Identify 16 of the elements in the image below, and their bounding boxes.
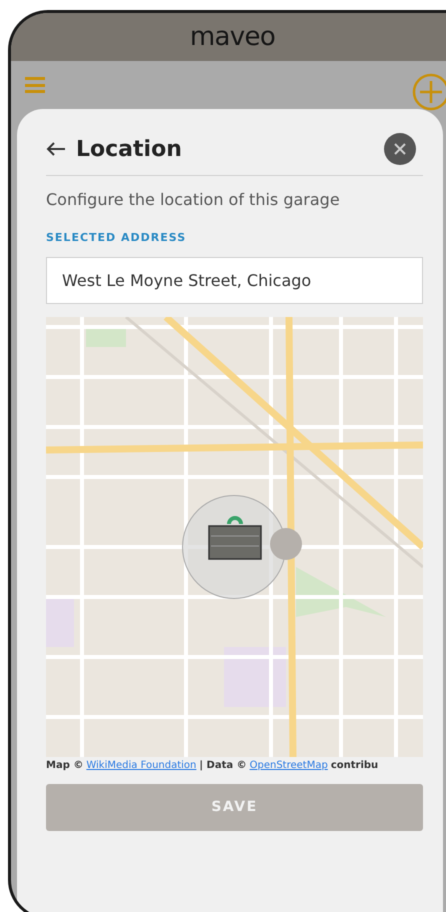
attribution-link[interactable]: WikiMedia Foundation xyxy=(86,758,196,772)
attribution-text: contribu xyxy=(330,758,378,772)
logo: maveo xyxy=(190,24,276,50)
address-field[interactable]: West Le Moyne Street, Chicago xyxy=(46,256,423,304)
garage-door-icon xyxy=(208,516,262,560)
dialog-title: Location xyxy=(76,136,182,164)
menu-icon[interactable] xyxy=(25,77,47,93)
attribution-text: | Data © xyxy=(199,758,247,772)
description-text: Configure the location of this garage xyxy=(46,189,341,211)
attribution-text: Map © xyxy=(46,758,84,772)
attribution-link[interactable]: OpenStreetMap xyxy=(250,758,328,772)
back-arrow-icon[interactable] xyxy=(46,141,66,157)
close-icon xyxy=(394,143,406,155)
field-label: SELECTED ADDRESS xyxy=(46,230,188,246)
add-icon[interactable] xyxy=(412,73,446,111)
close-button[interactable] xyxy=(384,133,416,165)
